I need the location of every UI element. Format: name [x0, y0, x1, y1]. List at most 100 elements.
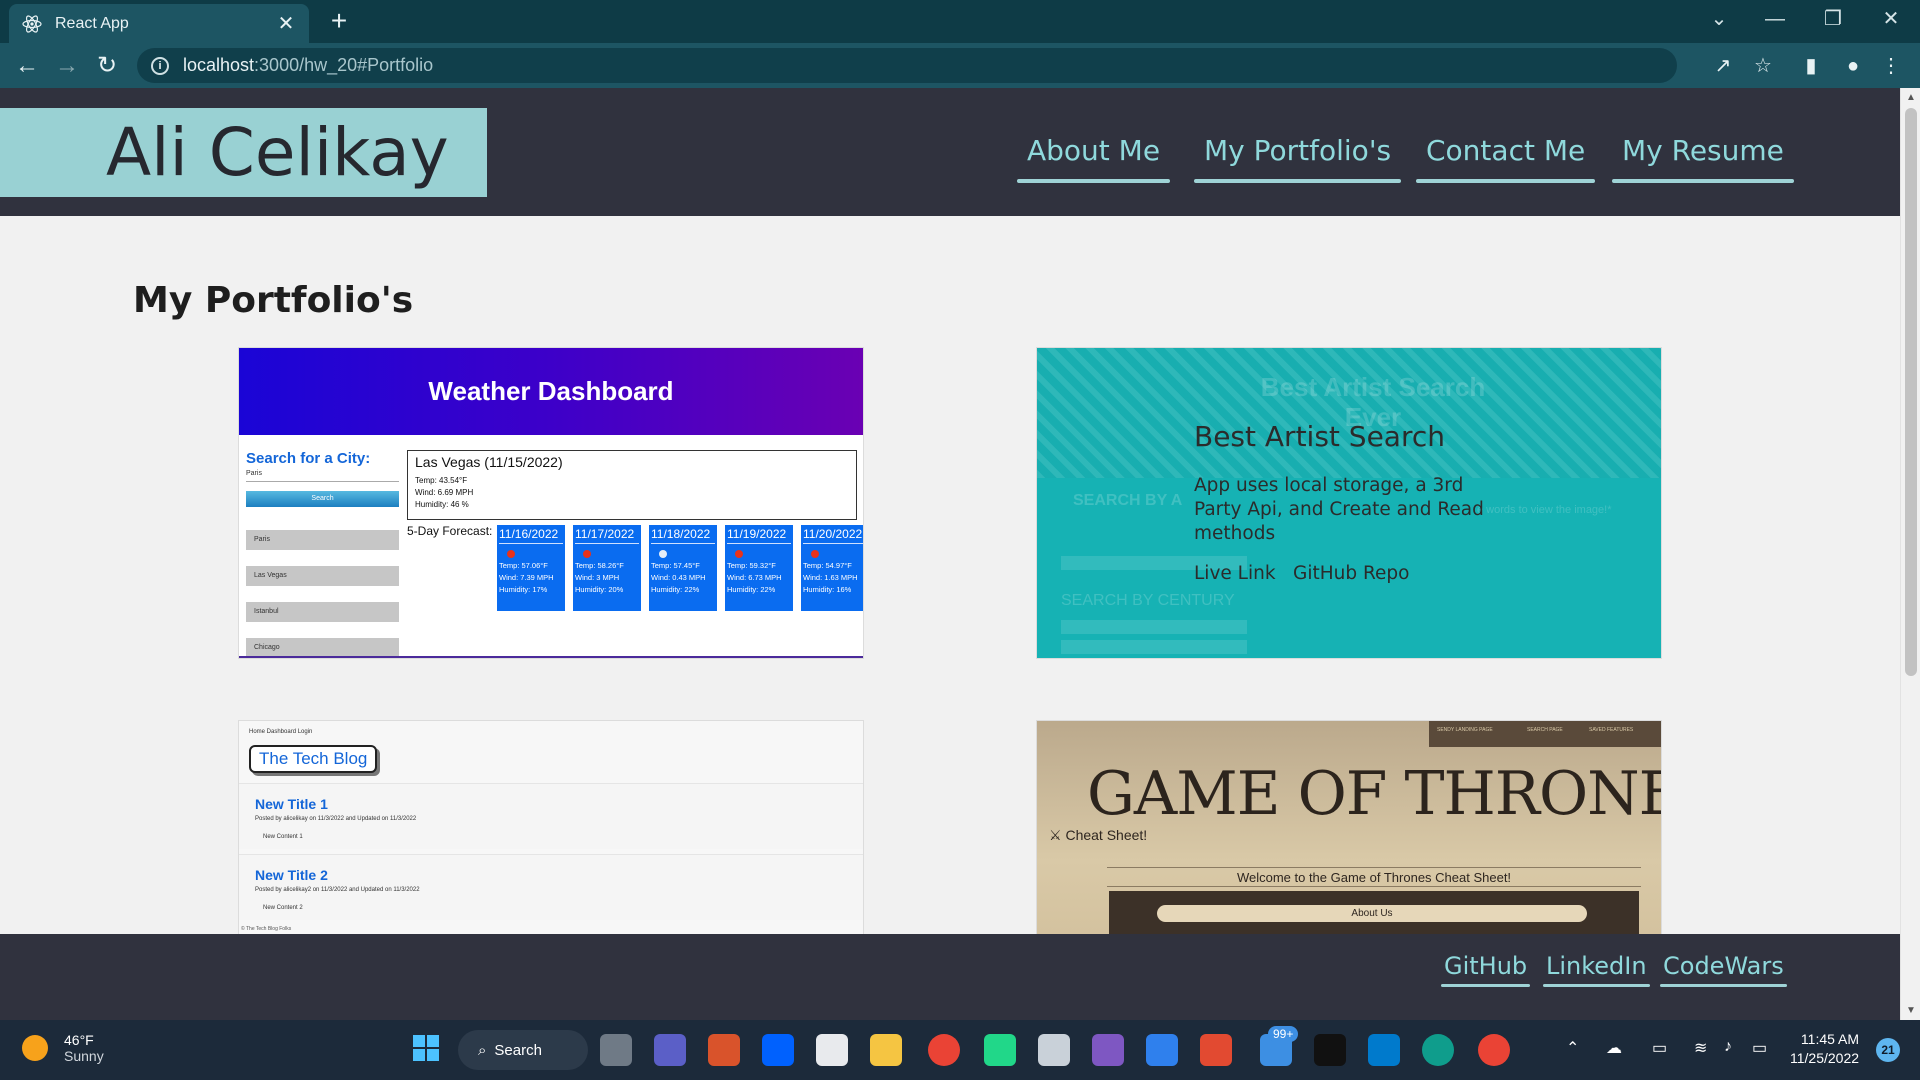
artist-live-link[interactable]: Live Link	[1194, 563, 1276, 584]
nav-about-me[interactable]: About Me	[1017, 134, 1171, 183]
weather-header: Weather Dashboard	[239, 348, 863, 435]
restore-button[interactable]: ❐	[1818, 6, 1848, 32]
weather-city-button: Chicago	[246, 638, 399, 658]
scroll-down-icon[interactable]: ▼	[1901, 1005, 1920, 1016]
terminal-icon[interactable]	[1314, 1034, 1346, 1066]
battery-icon[interactable]: ▭	[1752, 1038, 1767, 1058]
notification-badge[interactable]: 21	[1876, 1038, 1900, 1062]
minimize-button[interactable]: —	[1760, 6, 1790, 32]
got-nav-link: SAVED FEATURES	[1589, 727, 1634, 733]
weather-search-input: Paris	[246, 470, 399, 482]
forecast-date: 11/20/2022	[803, 527, 863, 544]
chat-icon[interactable]	[654, 1034, 686, 1066]
footer-underline	[1660, 984, 1787, 987]
crossed-swords-icon: ⚔	[1049, 827, 1062, 843]
forecast-humidity: Humidity: 17%	[499, 585, 548, 594]
forecast-day: 11/18/2022 Temp: 57.45°F Wind: 0.43 MPH …	[649, 525, 717, 611]
weather-forecast-label: 5-Day Forecast:	[407, 524, 493, 538]
got-cheat-sheet: ⚔ Cheat Sheet!	[1049, 827, 1147, 844]
weather-current-temp: Temp: 43.54°F	[415, 476, 468, 485]
forecast-wind: Wind: 1.63 MPH	[803, 573, 858, 582]
blog-post: New Title 1 Posted by alicelikay on 11/3…	[239, 783, 863, 849]
pycharm-icon[interactable]	[984, 1034, 1016, 1066]
project-card-artist[interactable]: Best Artist Search Ever SEARCH BY A e wo…	[1036, 347, 1662, 659]
scrollbar-thumb[interactable]	[1905, 108, 1917, 676]
forecast-wind: Wind: 3 MPH	[575, 573, 620, 582]
menu-icon[interactable]: ⋮	[1876, 51, 1906, 81]
volume-icon[interactable]: ♪	[1724, 1038, 1732, 1056]
section-title: My Portfolio's	[133, 280, 414, 321]
weather-search-button: Search	[246, 491, 399, 507]
nav-about-me-label: About Me	[1027, 134, 1161, 167]
taskbar-search-label: Search	[494, 1041, 542, 1059]
azure-icon[interactable]	[1146, 1034, 1178, 1066]
page-scrollbar[interactable]: ▲ ▼	[1900, 88, 1920, 1020]
weather-city-button: Istanbul	[246, 602, 399, 622]
taskbar-clock[interactable]: 11:45 AM 11/25/2022	[1790, 1030, 1859, 1068]
taskbar-weather[interactable]: 46°F Sunny	[22, 1032, 104, 1064]
start-icon[interactable]	[410, 1034, 442, 1066]
page-viewport: Ali Celikay About Me My Portfolio's Cont…	[0, 88, 1900, 1020]
url-input[interactable]: i localhost:3000/hw_20#Portfolio	[137, 48, 1677, 83]
share-icon[interactable]: ↗	[1708, 51, 1738, 81]
footer-underline	[1441, 984, 1531, 987]
chrome-active-icon[interactable]	[1478, 1034, 1510, 1066]
artist-title: Best Artist Search	[1194, 420, 1445, 453]
footer-linkedin-link[interactable]: LinkedIn	[1543, 952, 1650, 987]
layers-icon[interactable]	[1038, 1034, 1070, 1066]
sun-icon	[22, 1035, 48, 1061]
forecast-date: 11/19/2022	[727, 527, 791, 544]
forecast-wind: Wind: 0.43 MPH	[651, 573, 706, 582]
profile-icon[interactable]: ●	[1838, 51, 1868, 81]
edge-icon[interactable]	[1422, 1034, 1454, 1066]
cloud-sync-icon[interactable]: ☁	[1606, 1038, 1622, 1058]
tab-title: React App	[55, 14, 129, 32]
side-panel-icon[interactable]: ▮	[1796, 51, 1826, 81]
site-info-icon[interactable]: i	[151, 56, 169, 75]
monitor-icon[interactable]: ▭	[1652, 1038, 1667, 1058]
nav-underline	[1017, 179, 1171, 183]
forward-button[interactable]: →	[52, 51, 82, 81]
back-button[interactable]: ←	[12, 51, 42, 81]
tab-search-icon[interactable]: ⌄	[1704, 6, 1734, 32]
dropbox-icon[interactable]	[762, 1034, 794, 1066]
chrome-icon[interactable]	[928, 1034, 960, 1066]
file-explorer-icon[interactable]	[870, 1034, 902, 1066]
weather-current-wind: Wind: 6.69 MPH	[415, 488, 474, 497]
new-tab-button[interactable]: +	[324, 6, 354, 36]
search-icon: ⌕	[478, 1041, 487, 1059]
taskbar-search[interactable]: ⌕ Search	[458, 1030, 588, 1070]
footer-github-link[interactable]: GitHub	[1441, 952, 1531, 987]
nav-my-portfolio[interactable]: My Portfolio's	[1194, 134, 1402, 183]
weather-temp: 46°F	[64, 1032, 94, 1048]
task-view-icon[interactable]	[600, 1034, 632, 1066]
blog-post-meta: Posted by alicelikay on 11/3/2022 and Up…	[255, 816, 417, 822]
got-nav-link: SEARCH PAGE	[1527, 727, 1563, 733]
project-card-weather[interactable]: Weather Dashboard Search for a City: Par…	[238, 347, 864, 659]
chevron-up-icon[interactable]: ⌃	[1566, 1038, 1579, 1058]
git-icon[interactable]	[1200, 1034, 1232, 1066]
forecast-humidity: Humidity: 22%	[727, 585, 776, 594]
vscode-icon[interactable]	[1368, 1034, 1400, 1066]
office-icon[interactable]	[708, 1034, 740, 1066]
artist-bg-search: SEARCH BY A	[1073, 492, 1183, 509]
got-nav-link: SENDY LANDING PAGE	[1437, 727, 1493, 733]
mail-badge: 99+	[1268, 1026, 1299, 1042]
nav-my-resume[interactable]: My Resume	[1612, 134, 1794, 183]
store-icon[interactable]	[816, 1034, 848, 1066]
address-bar: ← → ↻ i localhost:3000/hw_20#Portfolio ↗…	[0, 43, 1920, 88]
browser-tab[interactable]: React App ✕	[9, 4, 309, 43]
nav-contact-me[interactable]: Contact Me	[1416, 134, 1596, 183]
artist-bg-century: SEARCH BY CENTURY	[1061, 592, 1235, 609]
artist-github-link[interactable]: GitHub Repo	[1293, 563, 1409, 584]
reload-button[interactable]: ↻	[92, 51, 122, 81]
close-tab-icon[interactable]: ✕	[275, 11, 297, 36]
footer-codewars-link[interactable]: CodeWars	[1660, 952, 1787, 987]
site-header: Ali Celikay About Me My Portfolio's Cont…	[0, 88, 1900, 216]
visual-studio-icon[interactable]	[1092, 1034, 1124, 1066]
bookmark-star-icon[interactable]: ☆	[1748, 51, 1778, 81]
browser-tab-bar: React App ✕ + ⌄ — ❐ ✕	[0, 0, 1920, 43]
scroll-up-icon[interactable]: ▲	[1901, 92, 1920, 103]
wifi-icon[interactable]: ≋	[1694, 1038, 1707, 1058]
close-window-button[interactable]: ✕	[1876, 6, 1906, 32]
